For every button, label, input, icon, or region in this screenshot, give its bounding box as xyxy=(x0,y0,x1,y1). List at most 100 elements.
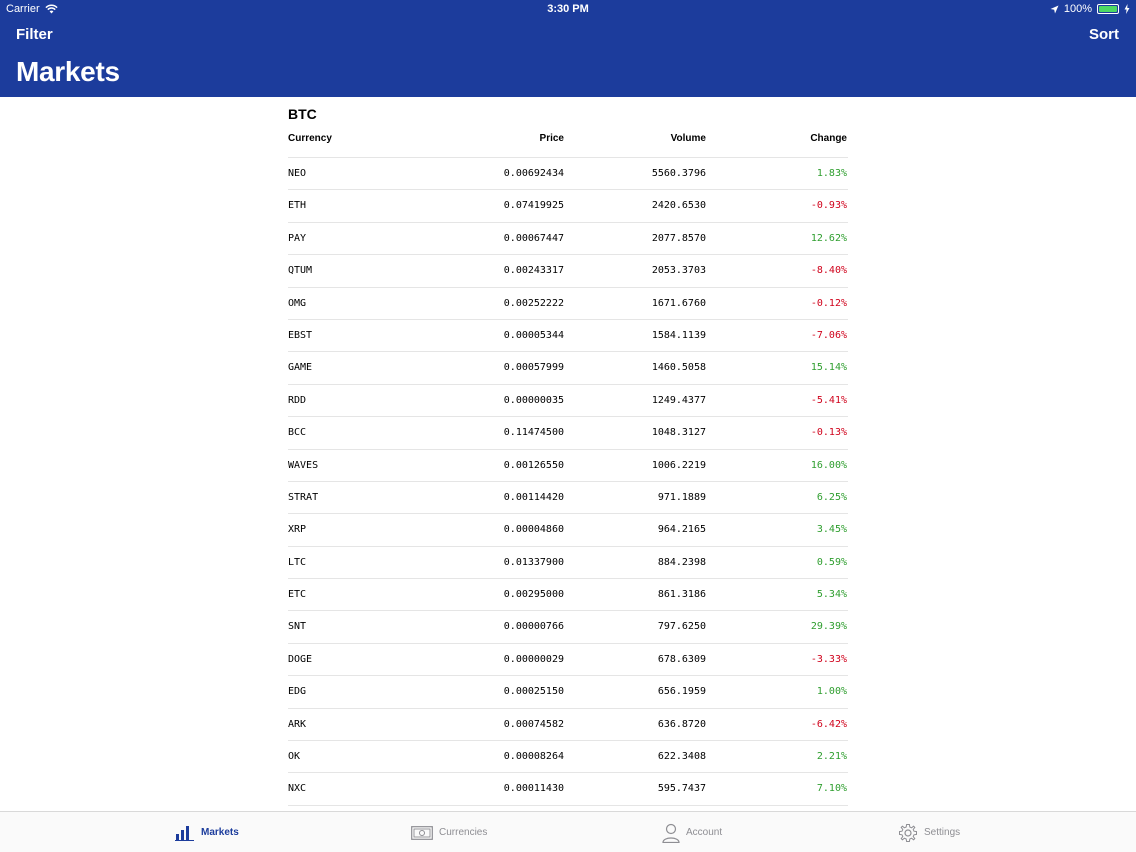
currency-cell: OK xyxy=(288,751,301,763)
change-cell: 7.10% xyxy=(816,783,847,795)
price-cell: 0.00000035 xyxy=(503,394,564,406)
price-cell: 0.01337900 xyxy=(503,556,564,568)
table-row[interactable]: SNT 0.00000766 797.6250 29.39% xyxy=(288,610,848,642)
table-row[interactable]: ETC 0.00295000 861.3186 5.34% xyxy=(288,578,848,610)
column-change[interactable]: Change xyxy=(810,133,847,144)
table-row[interactable]: EBST 0.00005344 1584.1139 -7.06% xyxy=(288,318,848,351)
change-cell: 12.62% xyxy=(810,232,847,244)
location-arrow-icon xyxy=(1050,5,1059,13)
change-cell: -0.12% xyxy=(810,297,847,309)
page-title: Markets xyxy=(16,56,120,87)
currency-cell: DOGE xyxy=(288,653,313,665)
bar-chart-icon xyxy=(175,825,194,841)
price-cell: 0.00243317 xyxy=(503,265,564,277)
markets-table: BTC Currency Price Volume Change NEO 0.00… xyxy=(288,97,848,811)
currency-cell: QTUM xyxy=(288,265,313,277)
tab-bar: Markets Currencies Account Settings xyxy=(0,811,1136,852)
battery-level xyxy=(1099,6,1117,12)
tab-currencies[interactable]: Currencies xyxy=(411,812,487,852)
table-row[interactable]: GAME 0.00057999 1460.5058 15.14% xyxy=(288,351,848,383)
volume-cell: 2420.6530 xyxy=(651,200,706,212)
currency-cell: BCC xyxy=(288,427,307,439)
table-row[interactable]: QTUM 0.00243317 2053.3703 -8.40% xyxy=(288,254,848,286)
change-cell: 5.34% xyxy=(816,589,847,601)
price-cell: 0.00000029 xyxy=(503,653,564,665)
gear-icon xyxy=(899,823,917,842)
column-currency[interactable]: Currency xyxy=(288,133,332,144)
table-row[interactable]: NXC 0.00011430 595.7437 7.10% xyxy=(288,772,848,804)
price-cell: 0.00008264 xyxy=(503,751,564,763)
header: Carrier 3:30 PM 100% Filter Sort Markets xyxy=(0,0,1136,97)
table-row[interactable]: OMG 0.00252222 1671.6760 -0.12% xyxy=(288,286,848,319)
tab-account-label: Account xyxy=(686,827,723,838)
change-cell: 6.25% xyxy=(816,491,847,503)
change-cell: -8.40% xyxy=(810,265,847,277)
currency-cell: OMG xyxy=(288,297,307,309)
person-icon xyxy=(662,823,680,843)
change-cell: -6.42% xyxy=(810,718,847,730)
change-cell: 0.59% xyxy=(816,556,847,568)
table-row[interactable]: BCC 0.11474500 1048.3127 -0.13% xyxy=(288,416,848,448)
price-cell: 0.00011430 xyxy=(503,783,564,795)
tab-markets[interactable]: Markets xyxy=(175,812,239,852)
price-cell: 0.07419925 xyxy=(503,200,564,212)
price-cell: 0.00025150 xyxy=(503,686,564,698)
currency-cell: WAVES xyxy=(288,459,319,471)
price-cell: 0.00692434 xyxy=(503,168,564,179)
tab-settings[interactable]: Settings xyxy=(898,812,960,852)
change-cell: -7.06% xyxy=(810,329,847,341)
volume-cell: 5560.3796 xyxy=(651,168,706,179)
market-rows: NEO 0.00692434 5560.3796 1.83% ETH 0.07419925… xyxy=(288,157,848,811)
table-row[interactable]: ARK 0.00074582 636.8720 -6.42% xyxy=(288,707,848,740)
table-row[interactable]: RDD 0.00000035 1249.4377 -5.41% xyxy=(288,383,848,416)
price-cell: 0.00067447 xyxy=(503,232,564,244)
volume-cell: 797.6250 xyxy=(657,621,706,633)
table-row[interactable]: OK 0.00008264 622.3408 2.21% xyxy=(288,740,848,772)
volume-cell: 2053.3703 xyxy=(651,265,706,277)
table-row[interactable]: EDG 0.00025150 656.1959 1.00% xyxy=(288,675,848,707)
column-volume[interactable]: Volume xyxy=(671,133,706,144)
table-row[interactable]: LTC 0.01337900 884.2398 0.59% xyxy=(288,545,848,578)
price-cell: 0.11474500 xyxy=(503,427,564,439)
volume-cell: 1584.1139 xyxy=(651,329,706,341)
currency-cell: NXC xyxy=(288,783,307,795)
change-cell: 1.83% xyxy=(816,168,847,179)
price-cell: 0.00126550 xyxy=(503,459,564,471)
change-cell: -3.33% xyxy=(810,653,847,665)
currency-cell: STRAT xyxy=(288,491,319,503)
volume-cell: 964.2165 xyxy=(657,524,706,536)
price-cell: 0.00057999 xyxy=(503,362,564,374)
currency-cell: ETC xyxy=(288,589,307,601)
sort-button[interactable]: Sort xyxy=(1089,26,1119,43)
volume-cell: 1006.2219 xyxy=(651,459,706,471)
price-cell: 0.00114420 xyxy=(503,491,564,503)
change-cell: 16.00% xyxy=(810,459,847,471)
table-row[interactable]: DOGE 0.00000029 678.6309 -3.33% xyxy=(288,642,848,675)
currency-cell: ETH xyxy=(288,200,307,212)
tab-account[interactable]: Account xyxy=(662,812,722,852)
table-row[interactable]: WAVES 0.00126550 1006.2219 16.00% xyxy=(288,448,848,481)
volume-cell: 1460.5058 xyxy=(651,362,706,374)
banknote-icon xyxy=(411,825,433,840)
volume-cell: 636.8720 xyxy=(657,718,706,730)
column-price[interactable]: Price xyxy=(540,133,564,144)
tab-settings-label: Settings xyxy=(924,827,961,838)
filter-button[interactable]: Filter xyxy=(16,26,53,43)
battery-percent: 100% xyxy=(1063,3,1092,15)
table-row[interactable]: ETH 0.07419925 2420.6530 -0.93% xyxy=(288,189,848,221)
table-row[interactable]: NEO 0.00692434 5560.3796 1.83% xyxy=(288,157,848,189)
volume-cell: 2077.8570 xyxy=(651,232,706,244)
price-cell: 0.00252222 xyxy=(503,297,564,309)
table-row[interactable]: STRAT 0.00114420 971.1889 6.25% xyxy=(288,480,848,513)
battery-icon xyxy=(1097,4,1119,14)
currency-cell: EDG xyxy=(288,686,307,698)
status-bar: Carrier 3:30 PM 100% xyxy=(0,0,1136,18)
price-cell: 0.00295000 xyxy=(503,589,564,601)
volume-cell: 1249.4377 xyxy=(651,394,706,406)
currency-cell: LTC xyxy=(288,556,307,568)
table-row[interactable]: PAY 0.00067447 2077.8570 12.62% xyxy=(288,221,848,254)
charging-bolt-icon xyxy=(1124,4,1130,14)
table-row[interactable]: XRP 0.00004860 964.2165 3.45% xyxy=(288,513,848,545)
currency-cell: ARK xyxy=(288,718,307,730)
currency-cell: SNT xyxy=(288,621,307,633)
